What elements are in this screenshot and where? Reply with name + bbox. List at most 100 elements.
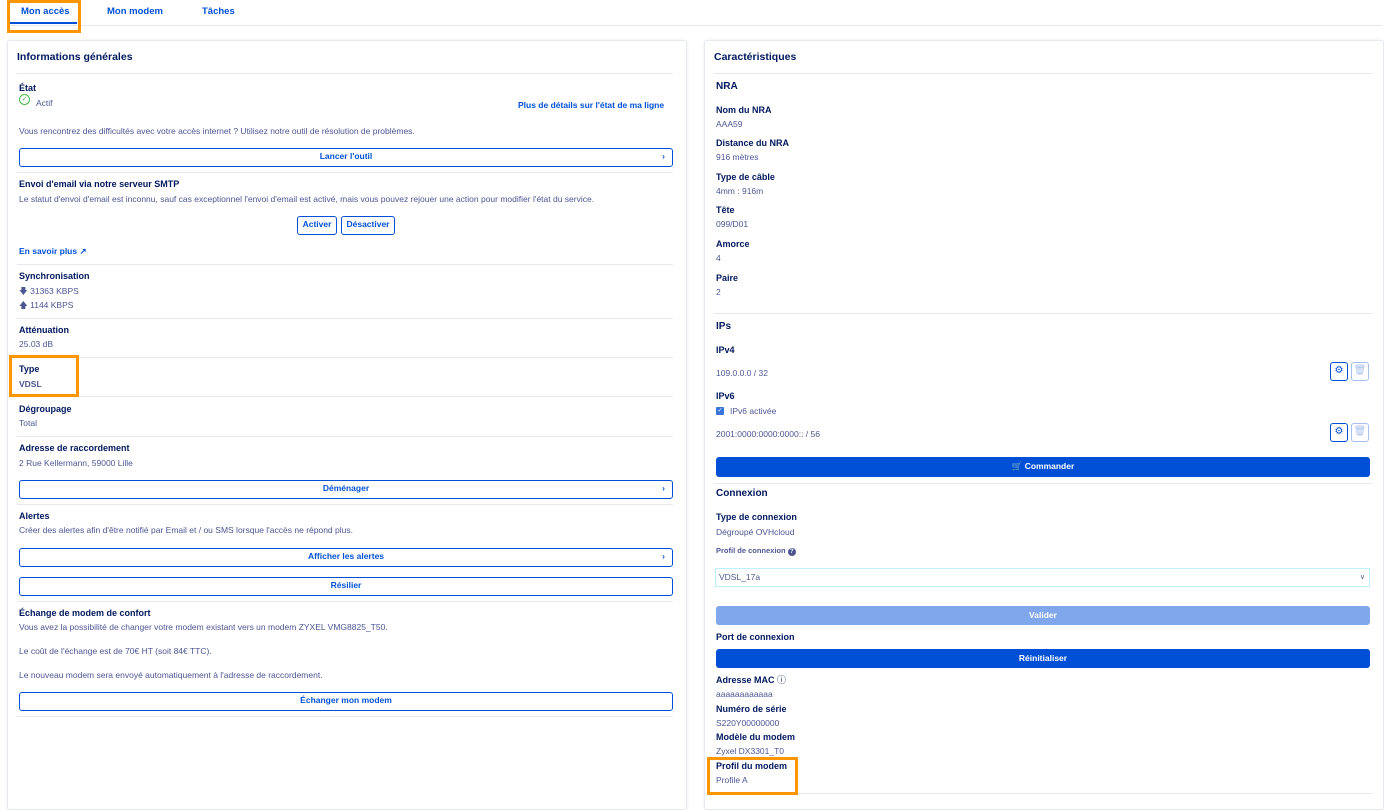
launch-tool-button[interactable]: Lancer l'outil › bbox=[19, 148, 673, 167]
attenuation-label: Atténuation bbox=[19, 324, 69, 336]
nra-field-value: 2 bbox=[716, 286, 721, 298]
ipv6-checkbox[interactable]: ✓ bbox=[716, 407, 724, 415]
tab-mon-modem[interactable]: Mon modem bbox=[107, 6, 163, 17]
divider bbox=[17, 396, 673, 397]
modem-field-value: aaaaaaaaaaaa bbox=[716, 688, 773, 700]
nra-field-label: Distance du NRA bbox=[716, 137, 789, 149]
ipv6-label: IPv6 bbox=[716, 390, 735, 402]
exchange-text-1: Vous avez la possibilité de changer votr… bbox=[19, 621, 388, 633]
state-value: Actif bbox=[36, 97, 53, 109]
gear-icon: ⚙ bbox=[1335, 426, 1344, 437]
divider bbox=[17, 172, 673, 173]
ipv6-settings-button[interactable]: ⚙ bbox=[1330, 423, 1348, 442]
exchange-text-3: Le nouveau modem sera envoyé automatique… bbox=[19, 669, 323, 681]
divider bbox=[17, 436, 673, 437]
address-value: 2 Rue Kellermann, 59000 Lille bbox=[19, 457, 133, 469]
help-icon[interactable]: ⓘ bbox=[775, 675, 787, 685]
modem-field-value: Zyxel DX3301_T0 bbox=[716, 745, 784, 757]
address-label: Adresse de raccordement bbox=[19, 442, 130, 454]
deactivate-button[interactable]: Désactiver bbox=[341, 216, 395, 235]
characteristics-card bbox=[704, 40, 1384, 810]
divider bbox=[17, 601, 673, 602]
exchange-modem-button[interactable]: Échanger mon modem bbox=[19, 692, 673, 711]
validate-button[interactable]: Valider bbox=[716, 606, 1370, 625]
card-title: Caractéristiques bbox=[714, 51, 796, 63]
move-button[interactable]: Déménager› bbox=[19, 480, 673, 499]
connection-title: Connexion bbox=[716, 488, 768, 500]
ipv6-checkbox-label: IPv6 activée bbox=[730, 405, 776, 417]
nra-field-value: 916 mètres bbox=[716, 151, 759, 163]
sync-label: Synchronisation bbox=[19, 270, 90, 282]
line-details-link[interactable]: Plus de détails sur l'état de ma ligne bbox=[518, 99, 664, 111]
activate-button[interactable]: Activer bbox=[297, 216, 337, 235]
ipv4-settings-button[interactable]: ⚙ bbox=[1330, 362, 1348, 381]
exchange-title: Échange de modem de confort bbox=[19, 607, 151, 619]
highlight-box bbox=[9, 355, 79, 397]
sync-up: 🡅 1144 KBPS bbox=[19, 299, 73, 311]
nra-field-label: Amorce bbox=[716, 238, 750, 250]
connection-profile-label: Profil de connexion ? bbox=[716, 545, 796, 557]
nra-field-label: Paire bbox=[716, 272, 738, 284]
nra-field-label: Tête bbox=[716, 204, 735, 216]
modem-field-value: S220Y00000000 bbox=[716, 717, 779, 729]
chevron-down-icon: ∨ bbox=[1360, 569, 1365, 586]
exchange-text-2: Le coût de l'échange est de 70€ HT (soit… bbox=[19, 645, 212, 657]
attenuation-value: 25.03 dB bbox=[19, 338, 53, 350]
ips-title: IPs bbox=[716, 321, 731, 333]
card-title: Informations générales bbox=[17, 51, 133, 63]
degroup-value: Total bbox=[19, 417, 37, 429]
trash-icon: 🗑 bbox=[1354, 426, 1367, 437]
state-label: État bbox=[19, 82, 36, 94]
show-alerts-button[interactable]: Afficher les alertes› bbox=[19, 548, 673, 567]
ipv6-value: 2001:0000:0000:0000:: / 56 bbox=[716, 428, 820, 440]
terminate-button[interactable]: Résilier bbox=[19, 577, 673, 596]
chevron-right-icon: › bbox=[662, 481, 665, 496]
divider bbox=[17, 716, 673, 717]
tabs-divider bbox=[8, 25, 1382, 26]
arrow-up-icon: 🡅 bbox=[19, 300, 28, 310]
ipv4-delete-button[interactable]: 🗑 bbox=[1351, 362, 1369, 381]
divider bbox=[17, 264, 673, 265]
chevron-right-icon: › bbox=[662, 549, 665, 564]
learn-more-link[interactable]: En savoir plus ↗ bbox=[19, 245, 87, 257]
arrow-down-icon: 🡇 bbox=[19, 286, 28, 296]
sync-down: 🡇 31363 KBPS bbox=[19, 285, 79, 297]
alerts-text: Créer des alertes afin d'être notifié pa… bbox=[19, 524, 353, 536]
nra-field-value: 4 bbox=[716, 252, 721, 264]
nra-field-label: Nom du NRA bbox=[716, 104, 772, 116]
nra-field-value: 099/D01 bbox=[716, 218, 748, 230]
nra-field-value: AAA59 bbox=[716, 118, 742, 130]
connection-type-label: Type de connexion bbox=[716, 511, 797, 523]
ipv6-delete-button[interactable]: 🗑 bbox=[1351, 423, 1369, 442]
ipv4-label: IPv4 bbox=[716, 344, 735, 356]
help-icon[interactable]: ? bbox=[788, 548, 796, 556]
smtp-text: Le statut d'envoi d'email est inconnu, s… bbox=[19, 193, 594, 205]
divider bbox=[17, 357, 673, 358]
ipv4-value: 109.0.0.0 / 32 bbox=[716, 367, 768, 379]
connection-profile-select[interactable]: VDSL_17a∨ bbox=[715, 568, 1370, 587]
launch-tool-label: Lancer l'outil bbox=[320, 151, 373, 161]
modem-field-label: Numéro de série bbox=[716, 703, 787, 715]
divider bbox=[714, 793, 1372, 794]
nra-title: NRA bbox=[716, 81, 738, 93]
port-label: Port de connexion bbox=[716, 631, 795, 643]
chevron-right-icon: › bbox=[662, 149, 665, 164]
modem-field-label: Adresse MAC ⓘ bbox=[716, 674, 786, 686]
cart-icon: 🛒 bbox=[1012, 461, 1023, 471]
gear-icon: ⚙ bbox=[1335, 365, 1344, 376]
reset-button[interactable]: Réinitialiser bbox=[716, 649, 1370, 668]
order-button[interactable]: 🛒 Commander bbox=[716, 457, 1370, 477]
divider bbox=[17, 73, 673, 74]
highlight-box bbox=[707, 757, 798, 795]
modem-field-label: Modèle du modem bbox=[716, 731, 795, 743]
troubleshoot-text: Vous rencontrez des difficultés avec vot… bbox=[19, 125, 415, 137]
divider bbox=[17, 504, 673, 505]
highlight-box bbox=[7, 0, 81, 33]
nra-field-value: 4mm : 916m bbox=[716, 185, 763, 197]
external-link-icon: ↗ bbox=[79, 246, 86, 256]
check-circle-icon: ✓ bbox=[19, 94, 30, 105]
degroup-label: Dégroupage bbox=[19, 403, 72, 415]
divider bbox=[714, 483, 1372, 484]
tab-taches[interactable]: Tâches bbox=[202, 6, 235, 17]
connection-type-value: Dégroupé OVHcloud bbox=[716, 526, 794, 538]
